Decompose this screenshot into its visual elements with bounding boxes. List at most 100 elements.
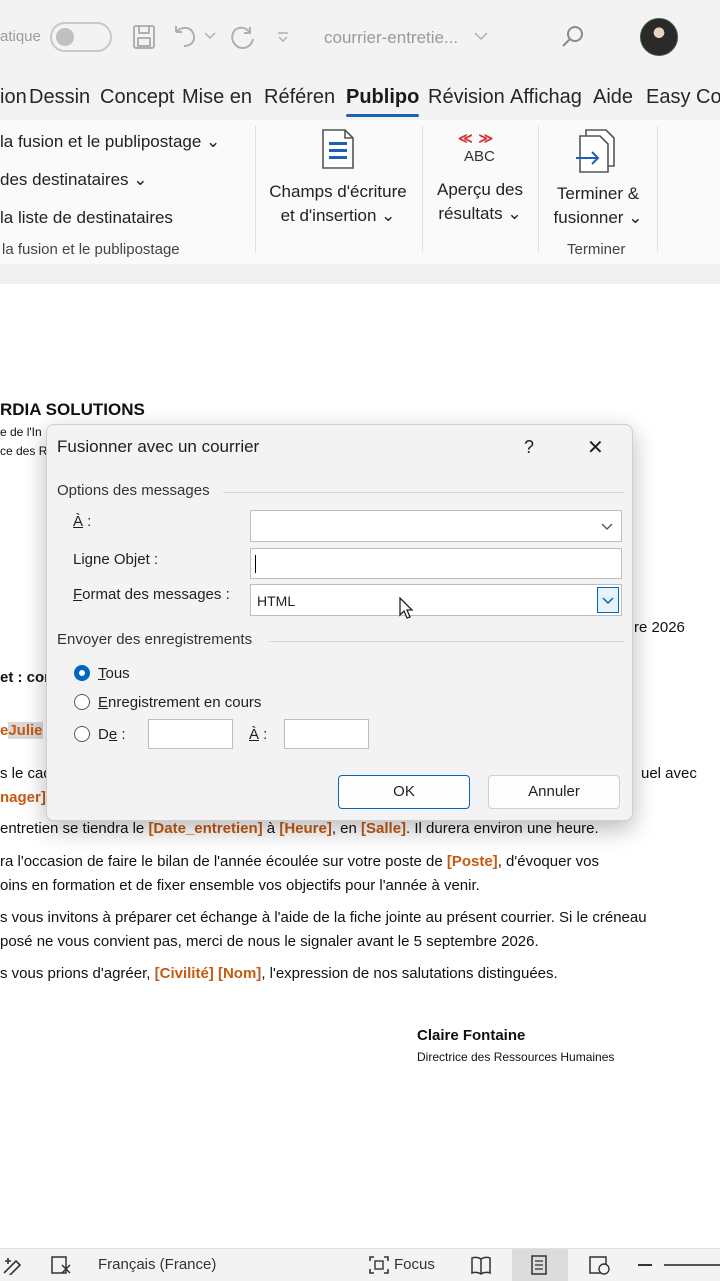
paragraph-2: entretien se tiendra le [Date_entretien]… [0, 820, 599, 837]
tab-publipostage[interactable]: Publipo [346, 86, 420, 117]
preview-results-button[interactable]: ≪ ≫ ABC Aperçu des résultats ⌄ [426, 126, 534, 236]
avatar[interactable] [640, 18, 678, 56]
group-label-start-merge: la fusion et le publipostage [2, 241, 180, 258]
dialog-title: Fusionner avec un courrier [57, 437, 260, 456]
paragraph-1a: s le cad [0, 765, 52, 782]
autosave-toggle[interactable] [50, 22, 112, 52]
word-count-icon[interactable] [2, 1255, 22, 1275]
document-title[interactable]: courrier-entretie... [324, 28, 458, 48]
chevron-down-icon [601, 523, 613, 530]
undo-icon[interactable] [172, 24, 198, 48]
title-chevron-icon[interactable] [474, 32, 488, 41]
subject-label: Ligne Objet : [73, 551, 159, 568]
signer-title: Directrice des Ressources Humaines [417, 1050, 615, 1064]
mouse-pointer-icon [399, 597, 414, 619]
select-recipients-button[interactable]: des destinataires ⌄ [0, 170, 148, 190]
select-recipients-label: des destinataires [0, 170, 129, 189]
paragraph-3a: ra l'occasion de faire le bilan de l'ann… [0, 853, 599, 870]
to-label: À : [73, 513, 92, 530]
document-fields-icon [322, 129, 354, 169]
letter-date: re 2026 [634, 619, 685, 636]
accessibility-check-icon[interactable] [50, 1255, 72, 1275]
preview-label-1: Aperçu des [437, 180, 523, 199]
chevron-down-icon: ⌄ [133, 170, 148, 189]
ok-button[interactable]: OK [338, 775, 470, 809]
chevron-down-icon [602, 597, 614, 605]
tab-affichage[interactable]: Affichag [510, 86, 582, 109]
finish-label-1: Terminer & [556, 184, 640, 203]
search-icon[interactable] [561, 25, 585, 49]
paragraph-5: s vous prions d'agréer, [Civilité] [Nom]… [0, 965, 558, 982]
close-button[interactable]: ✕ [587, 435, 604, 460]
status-bar: Français (France) Focus [0, 1248, 720, 1281]
from-field[interactable] [148, 719, 233, 749]
to-combobox[interactable] [250, 510, 622, 542]
print-layout-button[interactable] [512, 1249, 568, 1281]
ribbon-tabs: ion Dessin Concept Mise en Référen Publi… [0, 76, 720, 120]
tab-easy-code[interactable]: Easy Co [646, 86, 720, 109]
write-insert-label-1: Champs d'écriture [269, 182, 407, 201]
cancel-button[interactable]: Annuler [488, 775, 620, 809]
paragraph-4b: posé ne vous convient pas, merci de nous… [0, 933, 539, 950]
format-label: Format des messages : [73, 586, 230, 603]
start-merge-label: la fusion et le publipostage [0, 132, 202, 151]
tab-fichier[interactable]: ion [0, 86, 27, 109]
undo-dropdown-icon[interactable] [204, 32, 216, 40]
tab-conception[interactable]: Concept [100, 86, 175, 109]
write-insert-fields-button[interactable]: Champs d'écriture et d'insertion ⌄ [258, 126, 418, 236]
to-record-field[interactable] [284, 719, 369, 749]
write-insert-label-2: et d'insertion ⌄ [280, 206, 396, 225]
company-address-2: ce des R [0, 444, 48, 458]
autosave-label: atique [0, 28, 41, 45]
radio-from[interactable] [74, 726, 90, 742]
tab-mise-en-page[interactable]: Mise en [182, 86, 252, 109]
save-icon[interactable] [132, 24, 156, 50]
paragraph-1b: uel avec [641, 765, 697, 782]
focus-icon[interactable] [368, 1255, 390, 1275]
finish-merge-button[interactable]: Terminer & fusionner ⌄ [542, 126, 654, 236]
company-name: RDIA SOLUTIONS [0, 400, 145, 419]
salutation: eJulie [0, 722, 43, 739]
zoom-slider[interactable] [664, 1264, 720, 1266]
chevron-down-icon: ⌄ [507, 204, 522, 223]
ribbon: la fusion et le publipostage ⌄ des desti… [0, 120, 720, 265]
title-bar: atique courrier-entretie... [0, 0, 720, 76]
to-record-label: À : [249, 726, 268, 743]
radio-current-label: Enregistrement en cours [98, 694, 262, 711]
start-merge-button[interactable]: la fusion et le publipostage ⌄ [0, 132, 220, 152]
chevron-down-icon: ⌄ [381, 206, 396, 225]
radio-current-record[interactable] [74, 694, 90, 710]
subject-field[interactable] [250, 548, 622, 579]
print-layout-icon [531, 1255, 547, 1275]
customize-toolbar-icon[interactable] [276, 30, 290, 44]
redo-icon[interactable] [228, 23, 256, 51]
section-send-records: Envoyer des enregistrements [57, 631, 253, 648]
tab-dessin[interactable]: Dessin [29, 86, 90, 109]
read-mode-icon[interactable] [470, 1255, 492, 1275]
edit-recipient-list-label: la liste de destinataires [0, 208, 173, 227]
chevron-down-icon: ⌄ [628, 208, 643, 227]
radio-all-label: Tous [98, 665, 130, 682]
radio-all[interactable] [74, 665, 90, 681]
abc-icon: ABC [464, 148, 495, 165]
focus-label[interactable]: Focus [394, 1256, 435, 1273]
preview-arrows-icon: ≪ ≫ [458, 130, 495, 146]
merge-to-email-dialog: Fusionner avec un courrier ? ✕ Options d… [46, 424, 633, 821]
help-button[interactable]: ? [524, 437, 534, 458]
group-label-finish: Terminer [567, 241, 626, 258]
text-cursor [255, 555, 256, 573]
web-layout-icon[interactable] [588, 1255, 612, 1275]
tab-revision[interactable]: Révision [428, 86, 505, 109]
language-indicator[interactable]: Français (France) [98, 1256, 216, 1273]
format-dropdown-button[interactable] [597, 587, 619, 613]
radio-from-label: De : [98, 726, 126, 743]
tab-references[interactable]: Référen [264, 86, 335, 109]
tab-aide[interactable]: Aide [593, 86, 633, 109]
zoom-out-icon[interactable] [638, 1264, 652, 1266]
format-select[interactable]: HTML [250, 584, 622, 619]
preview-label-2: résultats ⌄ [438, 204, 522, 223]
company-address-1: e de l'In [0, 425, 42, 439]
finish-merge-icon [576, 129, 615, 173]
edit-recipient-list-button[interactable]: la liste de destinataires [0, 208, 173, 228]
format-value: HTML [257, 593, 296, 609]
